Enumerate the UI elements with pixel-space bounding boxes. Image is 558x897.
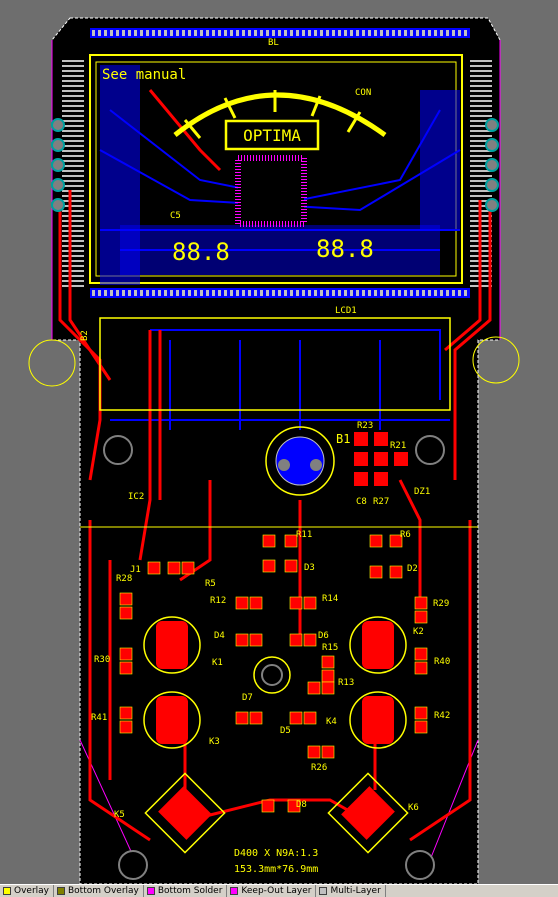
designator-r40: R40 [434,657,450,667]
right-mount-hole [472,336,520,384]
pcb-board-canvas[interactable]: OPTIMA See manual CON 88.8 88.8 BL C5 LC… [0,0,558,884]
layer-tab-2[interactable]: Bottom Solder [144,885,228,897]
designator-r42: R42 [434,711,450,721]
designator-d3: D3 [304,563,315,573]
footer-line-2: 153.3mm*76.9mm [234,864,318,875]
layer-tab-3[interactable]: Keep-Out Layer [227,885,317,897]
designator-c8: C8 [356,497,367,507]
designator-k4: K4 [326,717,337,727]
designator-d5: D5 [280,726,291,736]
lcd-right-digits: 88.8 [316,235,374,263]
layer-tab-4[interactable]: Multi-Layer [316,885,386,897]
designator-r5: R5 [205,579,216,589]
c5-label: C5 [170,211,181,221]
layer-tab-0[interactable]: Overlay [0,885,54,897]
lcd1-label: LCD1 [335,306,357,316]
designator-ic2: IC2 [128,492,144,502]
designator-k2: K2 [413,627,424,637]
footer-line-1: D400 X N9A:1.3 [234,848,318,859]
designator-d4: D4 [214,631,225,641]
designator-k3: K3 [209,737,220,747]
designator-r26: R26 [311,763,327,773]
designator-r29: R29 [433,599,449,609]
layer-tab-label: Overlay [14,886,49,896]
designator-d7: D7 [242,693,253,703]
designator-k6: K6 [408,803,419,813]
layer-color-swatch [146,887,155,895]
lcd-left-digits: 88.8 [172,238,230,266]
b1-label: B1 [336,432,350,446]
see-manual-label: See manual [102,67,186,83]
layer-tab-label: Bottom Solder [157,886,223,896]
designator-r21: R21 [390,441,406,451]
optima-label: OPTIMA [243,126,301,145]
b2-label: B2 [80,330,90,341]
left-mount-hole [28,339,76,387]
layer-color-swatch [3,887,11,895]
layer-color-swatch [57,887,65,895]
layer-tab-label: Keep-Out Layer [241,886,312,896]
layer-tab-label: Multi-Layer [330,886,381,896]
designator-r23: R23 [357,421,373,431]
designator-r27: R27 [373,497,389,507]
designator-d6: D6 [318,631,329,641]
designator-r30: R30 [94,655,110,665]
layer-tab-bar: Overlay Bottom Overlay Bottom Solder Keep-O… [0,884,558,897]
designator-r11: R11 [296,530,312,540]
layer-tab-1[interactable]: Bottom Overlay [54,885,144,897]
designator-d2: D2 [407,564,418,574]
layer-color-swatch [319,887,328,895]
designator-k1: K1 [212,658,223,668]
designator-r41: R41 [91,713,107,723]
designator-d8: D8 [296,800,307,810]
designator-r28: R28 [116,574,132,584]
designator-r13: R13 [338,678,354,688]
designator-r12: R12 [210,596,226,606]
designator-r15: R15 [322,643,338,653]
mcu-chip [235,155,307,227]
designator-k5: K5 [114,810,125,820]
layer-tab-label: Bottom Overlay [68,886,139,896]
designator-r14: R14 [322,594,338,604]
designator-r6: R6 [400,530,411,540]
designator-dz1: DZ1 [414,487,430,497]
bl-label: BL [268,38,279,48]
con-label: CON [355,88,371,98]
layer-color-swatch [230,887,239,895]
